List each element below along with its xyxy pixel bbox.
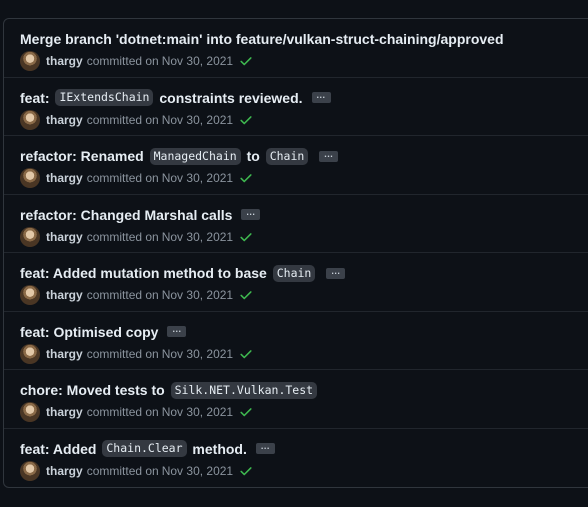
commit-title-text: feat: bbox=[20, 89, 54, 106]
commit-author[interactable]: thargy bbox=[46, 171, 83, 185]
avatar[interactable] bbox=[20, 460, 40, 481]
commit-author[interactable]: thargy bbox=[46, 54, 83, 68]
avatar[interactable] bbox=[20, 343, 40, 364]
commit-date: Nov 30, 2021 bbox=[161, 463, 234, 478]
check-icon[interactable] bbox=[239, 171, 253, 185]
commit-title-text: Merge branch 'dotnet:main' into feature/… bbox=[20, 31, 504, 47]
commit-verb: committed on bbox=[86, 54, 159, 68]
inline-code: Chain bbox=[265, 147, 309, 165]
commit-meta: thargy committed on Nov 30, 2021 bbox=[20, 109, 588, 130]
commit-date: Nov 30, 2021 bbox=[161, 405, 234, 419]
commit-title-text: feat: Optimised copy bbox=[20, 323, 159, 340]
commit-title[interactable]: feat: Optimised copy... bbox=[20, 322, 588, 342]
check-icon[interactable] bbox=[239, 288, 253, 302]
expand-message-button[interactable]: ... bbox=[255, 442, 275, 454]
commit-verb: committed on bbox=[86, 171, 159, 185]
commit-title-text: refactor: Changed Marshal calls bbox=[20, 206, 233, 223]
check-icon[interactable] bbox=[239, 113, 253, 127]
commit-row: refactor: Renamed ManagedChain to Chain.… bbox=[4, 136, 588, 195]
inline-code: ManagedChain bbox=[149, 147, 241, 165]
commit-row: feat: Optimised copy... thargy committed… bbox=[4, 312, 588, 370]
commit-author[interactable]: thargy bbox=[46, 230, 83, 244]
check-icon[interactable] bbox=[239, 347, 253, 361]
commit-title-text: constraints reviewed. bbox=[155, 89, 303, 106]
commit-author[interactable]: thargy bbox=[46, 464, 83, 478]
avatar[interactable] bbox=[20, 226, 40, 247]
commit-title[interactable]: feat: Added Chain.Clear method.... bbox=[20, 439, 588, 459]
commit-author[interactable]: thargy bbox=[46, 405, 83, 419]
inline-code: IExtendsChain bbox=[55, 89, 154, 106]
avatar[interactable] bbox=[20, 51, 40, 71]
commit-title[interactable]: feat: IExtendsChain constraints reviewed… bbox=[20, 88, 588, 108]
commit-row: refactor: Changed Marshal calls... tharg… bbox=[4, 195, 588, 253]
commit-title[interactable]: chore: Moved tests to Silk.NET.Vulkan.Te… bbox=[20, 380, 588, 400]
commit-row: feat: Added Chain.Clear method.... tharg… bbox=[4, 429, 588, 488]
expand-message-button[interactable]: ... bbox=[241, 208, 261, 220]
commit-verb: committed on bbox=[86, 112, 159, 127]
commit-meta: thargy committed on Nov 30, 2021 bbox=[20, 285, 588, 305]
inline-code: Chain.Clear bbox=[102, 440, 187, 457]
avatar[interactable] bbox=[20, 109, 40, 130]
commit-row: Merge branch 'dotnet:main' into feature/… bbox=[4, 19, 588, 78]
commit-meta: thargy committed on Nov 30, 2021 bbox=[20, 226, 588, 247]
expand-message-button[interactable]: ... bbox=[311, 91, 331, 103]
commit-verb: committed on bbox=[86, 405, 159, 419]
commit-date: Nov 30, 2021 bbox=[161, 346, 234, 361]
commit-author[interactable]: thargy bbox=[46, 347, 83, 361]
commit-list: Merge branch 'dotnet:main' into feature/… bbox=[3, 18, 588, 488]
check-icon[interactable] bbox=[239, 464, 253, 478]
commit-verb: committed on bbox=[86, 288, 159, 302]
commit-meta: thargy committed on Nov 30, 2021 bbox=[20, 402, 588, 422]
commit-verb: committed on bbox=[86, 229, 159, 244]
expand-message-button[interactable]: ... bbox=[319, 149, 339, 162]
commit-verb: committed on bbox=[86, 346, 159, 361]
commit-row: feat: IExtendsChain constraints reviewed… bbox=[4, 78, 588, 136]
commit-title-text: method. bbox=[188, 440, 247, 457]
commit-author[interactable]: thargy bbox=[46, 113, 83, 127]
check-icon[interactable] bbox=[239, 54, 253, 68]
commit-title-text: refactor: Renamed bbox=[20, 148, 148, 164]
commit-date: Nov 30, 2021 bbox=[161, 112, 234, 127]
commit-row: chore: Moved tests to Silk.NET.Vulkan.Te… bbox=[4, 370, 588, 429]
expand-message-button[interactable]: ... bbox=[167, 325, 187, 337]
commit-meta: thargy committed on Nov 30, 2021 bbox=[20, 460, 588, 481]
commit-date: Nov 30, 2021 bbox=[161, 54, 234, 68]
avatar[interactable] bbox=[20, 402, 40, 422]
commit-title[interactable]: Merge branch 'dotnet:main' into feature/… bbox=[20, 29, 588, 49]
avatar[interactable] bbox=[20, 285, 40, 305]
commit-title-text: chore: Moved tests to bbox=[20, 382, 169, 398]
commit-date: Nov 30, 2021 bbox=[161, 229, 234, 244]
commit-meta: thargy committed on Nov 30, 2021 bbox=[20, 343, 588, 364]
commit-title-text: feat: Added bbox=[20, 440, 101, 457]
check-icon[interactable] bbox=[239, 405, 253, 419]
expand-message-button[interactable]: ... bbox=[326, 266, 346, 279]
commit-date: Nov 30, 2021 bbox=[161, 288, 234, 302]
commit-title-text: to bbox=[242, 148, 264, 164]
commit-meta: thargy committed on Nov 30, 2021 bbox=[20, 168, 588, 188]
commit-row: feat: Added mutation method to base Chai… bbox=[4, 253, 588, 312]
commit-title[interactable]: refactor: Renamed ManagedChain to Chain.… bbox=[20, 146, 588, 166]
commit-title-text: feat: Added mutation method to base bbox=[20, 265, 271, 281]
commit-author[interactable]: thargy bbox=[46, 288, 83, 302]
commit-title[interactable]: refactor: Changed Marshal calls... bbox=[20, 205, 588, 225]
commit-title[interactable]: feat: Added mutation method to base Chai… bbox=[20, 263, 588, 283]
check-icon[interactable] bbox=[239, 230, 253, 244]
inline-code: Silk.NET.Vulkan.Test bbox=[170, 381, 318, 399]
commit-meta: thargy committed on Nov 30, 2021 bbox=[20, 51, 588, 71]
inline-code: Chain bbox=[272, 264, 316, 282]
commit-date: Nov 30, 2021 bbox=[161, 171, 234, 185]
avatar[interactable] bbox=[20, 168, 40, 188]
commit-verb: committed on bbox=[86, 463, 159, 478]
